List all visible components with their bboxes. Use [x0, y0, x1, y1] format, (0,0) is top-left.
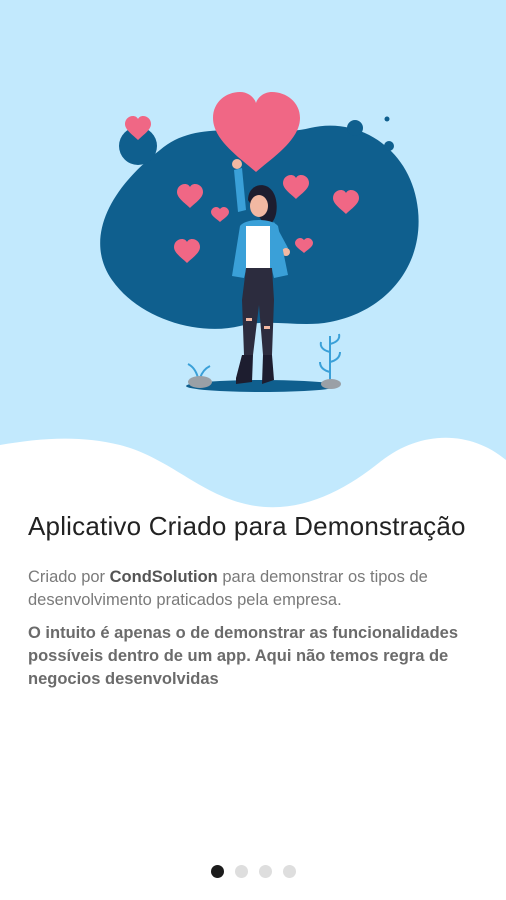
pager-dot-1[interactable]	[210, 865, 224, 878]
page-title: Aplicativo Criado para Demonstração	[28, 511, 466, 541]
pager-indicator	[0, 865, 506, 878]
note-text: O intuito é apenas o de demonstrar as fu…	[28, 624, 459, 688]
dot-decoration	[384, 116, 390, 122]
onboarding-content: Aplicativo Criado para Demonstração Cria…	[28, 508, 480, 691]
description-prefix: Criado por	[28, 568, 110, 586]
pager-dot-2[interactable]	[234, 865, 248, 878]
dot-decoration	[384, 141, 394, 151]
pager-dot-3[interactable]	[258, 865, 272, 878]
description-text: Criado por CondSolution para demonstrar …	[28, 566, 480, 612]
hero-illustration	[0, 0, 506, 520]
pager-dot-4[interactable]	[282, 865, 296, 878]
brand-name: CondSolution	[109, 568, 218, 586]
dot-decoration	[347, 120, 363, 136]
